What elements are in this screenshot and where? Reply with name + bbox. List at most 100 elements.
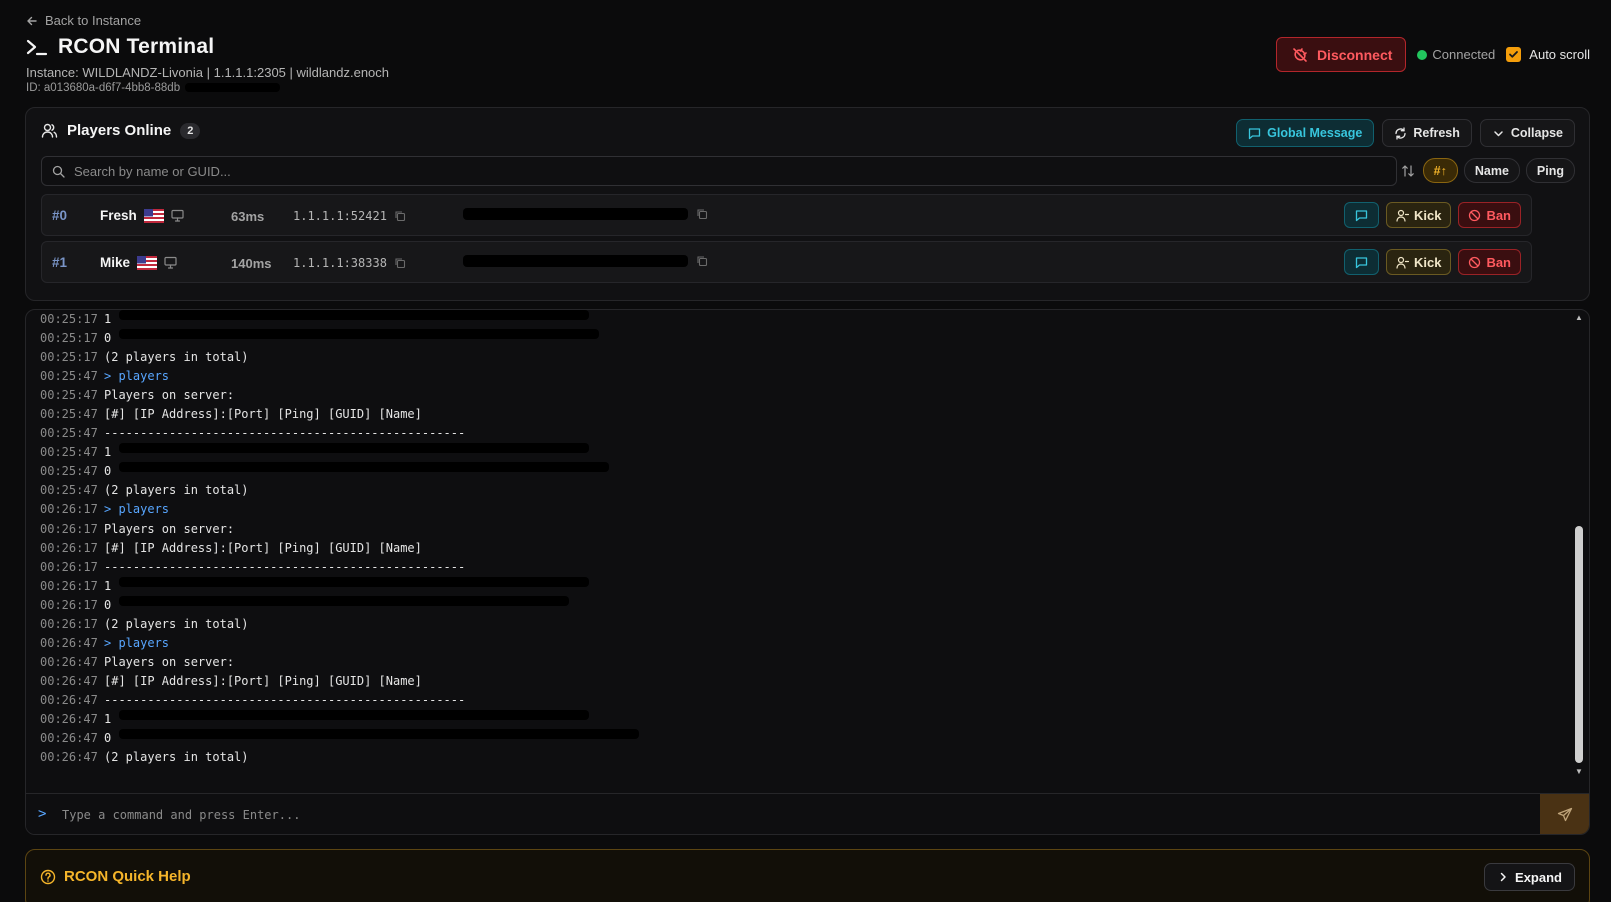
command-input[interactable] [62, 804, 1482, 826]
player-index: #1 [52, 255, 68, 270]
console-text: 1 [104, 445, 112, 460]
collapse-button[interactable]: Collapse [1479, 119, 1575, 147]
global-message-button[interactable]: Global Message [1236, 119, 1375, 147]
console-timestamp: 00:26:47 [40, 692, 98, 707]
users-icon [41, 123, 58, 138]
console-timestamp: 00:26:17 [40, 521, 98, 536]
status-dot [1417, 49, 1428, 60]
terminal-icon [26, 39, 48, 56]
console-line: 00:26:47 [#] [IP Address]:[Port] [Ping] [… [40, 672, 1540, 691]
console-timestamp: 00:26:47 [40, 635, 98, 650]
sort-by-ping-button[interactable]: Ping [1525, 158, 1575, 183]
player-count-badge: 2 [180, 122, 201, 139]
console-text: 1 [104, 711, 112, 726]
console-scrollbar[interactable]: ▲ ▼ [1574, 314, 1584, 776]
instance-id: ID: a013680a-d6f7-4bb8-88db [26, 82, 281, 94]
redacted-guid [463, 255, 688, 267]
console-line: 00:25:47 1 [40, 443, 1540, 462]
console-timestamp: 00:26:17 [40, 502, 98, 517]
copy-icon[interactable] [696, 208, 708, 220]
back-to-instance-link[interactable]: Back to Instance [26, 13, 141, 28]
scroll-down-arrow[interactable]: ▼ [1574, 768, 1584, 776]
page-title-row: RCON Terminal [26, 35, 214, 59]
ban-button[interactable]: Ban [1458, 202, 1521, 228]
kick-button[interactable]: Kick [1385, 202, 1452, 228]
players-online-panel: Players Online 2 Global Message Refresh … [25, 107, 1590, 301]
console-line: 00:26:47 (2 players in total) [40, 748, 1540, 767]
redacted-block [119, 462, 610, 473]
sort-by-name-button[interactable]: Name [1463, 158, 1520, 183]
console-text: [#] [IP Address]:[Port] [Ping] [GUID] [N… [104, 540, 422, 555]
console-timestamp: 00:26:17 [40, 559, 98, 574]
chevron-down-icon [1494, 130, 1503, 136]
autoscroll-toggle[interactable]: Auto scroll [1506, 47, 1590, 62]
console-line: 00:25:47 Players on server: [40, 386, 1540, 405]
redacted-guid [463, 208, 688, 220]
console-command-line: 00:26:47 > players [40, 634, 1540, 653]
console-log[interactable]: 00:25:17 1 00:25:17 0 00:25:17 (2 players in … [40, 310, 1540, 776]
ban-label: Ban [1486, 207, 1511, 223]
status-label: Connected [1432, 47, 1496, 62]
ban-icon [1469, 209, 1481, 221]
sort-by-index-button[interactable]: #↑ [1422, 158, 1458, 183]
console-timestamp: 00:25:47 [40, 483, 98, 498]
players-online-title: Players Online [67, 122, 172, 139]
rcon-console: 00:25:17 1 00:25:17 0 00:25:17 (2 players in … [25, 309, 1590, 835]
scroll-up-arrow[interactable]: ▲ [1574, 314, 1584, 322]
kick-label: Kick [1413, 207, 1442, 223]
kick-button[interactable]: Kick [1385, 249, 1452, 275]
console-text: 1 [104, 578, 112, 593]
scrollbar-thumb[interactable] [1575, 526, 1583, 763]
ban-icon [1469, 256, 1481, 268]
player-ping: 63ms [231, 209, 265, 224]
message-player-button[interactable] [1343, 202, 1379, 228]
console-timestamp: 00:26:47 [40, 654, 98, 669]
console-line: 00:25:47 0 [40, 462, 1540, 481]
console-text: > players [104, 502, 170, 517]
console-text: 0 [104, 331, 112, 346]
message-player-button[interactable] [1343, 249, 1379, 275]
console-timestamp: 00:26:47 [40, 731, 98, 746]
console-timestamp: 00:25:17 [40, 312, 98, 326]
autoscroll-checkbox[interactable] [1506, 47, 1522, 62]
console-timestamp: 00:25:47 [40, 464, 98, 479]
redacted-block [119, 310, 590, 320]
console-line: 00:25:47 (2 players in total) [40, 481, 1540, 500]
console-text: > players [104, 635, 170, 650]
disconnect-button[interactable]: Disconnect [1275, 37, 1407, 72]
user-minus-icon [1396, 256, 1409, 269]
console-line: 00:26:17 1 [40, 576, 1540, 596]
console-text: 0 [104, 731, 112, 746]
console-timestamp: 00:26:17 [40, 597, 98, 612]
refresh-label: Refresh [1413, 126, 1460, 140]
redacted-block [119, 595, 570, 606]
console-line: 00:25:17 (2 players in total) [40, 348, 1540, 367]
console-timestamp: 00:26:17 [40, 540, 98, 555]
message-square-icon [1355, 256, 1368, 268]
search-input[interactable] [74, 163, 1374, 179]
redacted-block [119, 443, 590, 454]
ban-label: Ban [1486, 254, 1511, 270]
check-icon [1509, 51, 1519, 58]
copy-icon[interactable] [394, 210, 406, 222]
console-line: 00:25:17 1 [40, 310, 1540, 329]
send-command-button[interactable] [1540, 794, 1589, 834]
console-timestamp: 00:26:47 [40, 673, 98, 688]
refresh-button[interactable]: Refresh [1382, 119, 1472, 147]
console-text: Players on server: [104, 521, 235, 536]
console-text: (2 players in total) [104, 750, 249, 765]
console-text: ----------------------------------------… [104, 559, 466, 574]
console-line: 00:25:47 --------------------------------… [40, 424, 1540, 443]
ban-button[interactable]: Ban [1458, 249, 1521, 275]
console-text: Players on server: [104, 654, 235, 669]
help-circle-icon [40, 869, 56, 884]
player-address: 1.1.1.1:52421 [293, 209, 387, 223]
expand-button[interactable]: Expand [1484, 863, 1575, 891]
copy-icon[interactable] [394, 257, 406, 269]
console-line: 00:26:47 0 [40, 729, 1540, 748]
instance-id-text: ID: a013680a-d6f7-4bb8-88db [26, 82, 181, 94]
player-search[interactable] [41, 156, 1397, 186]
message-square-icon [1249, 127, 1261, 139]
console-line: 00:26:17 (2 players in total) [40, 615, 1540, 634]
copy-icon[interactable] [696, 255, 708, 267]
